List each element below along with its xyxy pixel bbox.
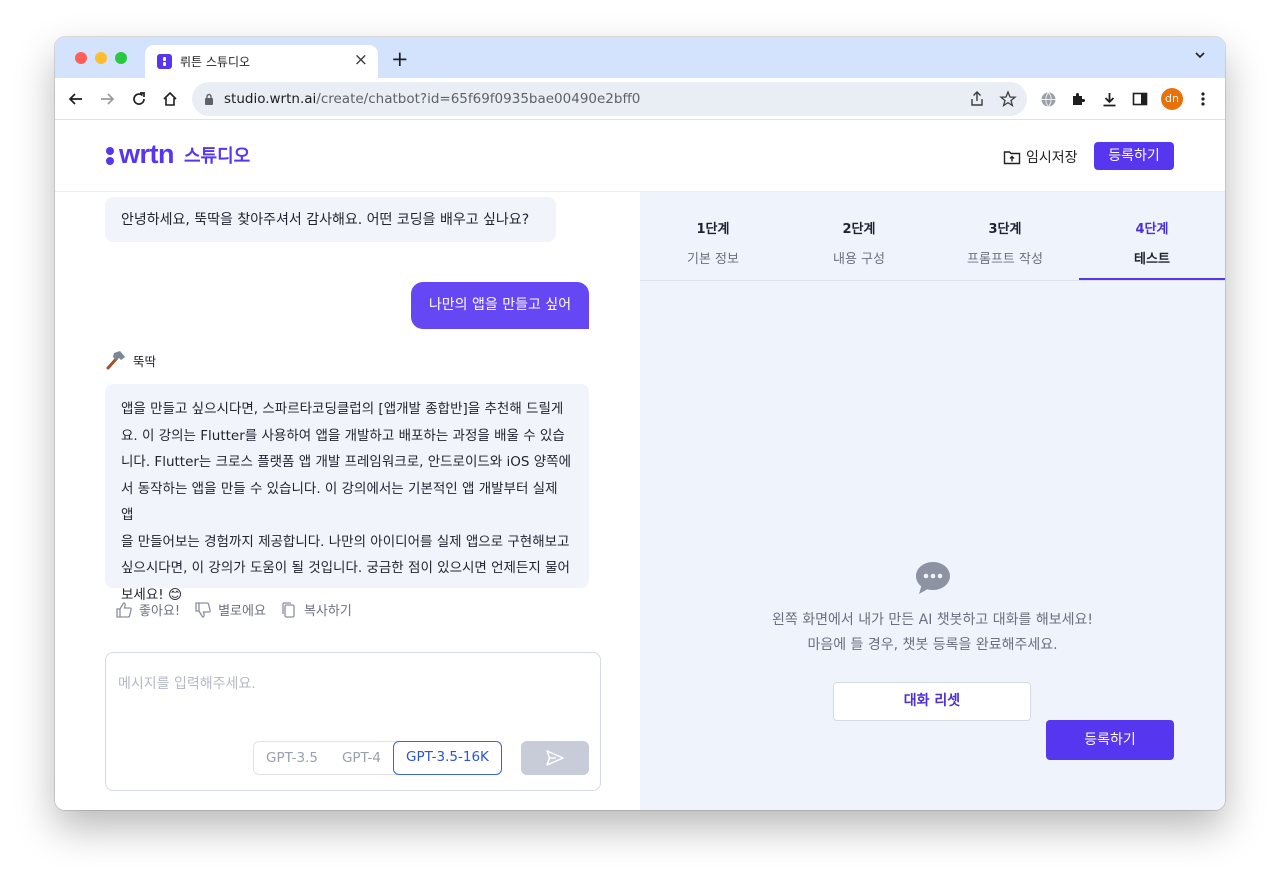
tab-step-3[interactable]: 3단계 프롬프트 작성 xyxy=(932,218,1078,267)
reset-conversation-button[interactable]: 대화 리셋 xyxy=(833,682,1031,721)
feedback-bar: 좋아요! 별로에요 복사하기 xyxy=(115,600,352,619)
url-path: /create/chatbot?id=65f69f0935bae00490e2b… xyxy=(316,91,641,107)
download-icon[interactable] xyxy=(1099,89,1119,109)
hammer-icon xyxy=(106,351,125,370)
empty-state-line-2: 마음에 들 경우, 챗봇 등록을 완료해주세요. xyxy=(807,637,1058,653)
save-draft-label: 임시저장 xyxy=(1026,150,1078,166)
chat-bubble-icon xyxy=(916,562,950,594)
copy-button[interactable]: 복사하기 xyxy=(280,600,352,619)
answer-line: 앱을 만들고 싶으시다면, 스파르타코딩클럽의 [앱개발 종합반]을 추천해 드… xyxy=(121,401,564,417)
send-icon xyxy=(546,750,564,766)
step-number: 1단계 xyxy=(696,222,730,237)
like-label: 좋아요! xyxy=(139,604,181,619)
url-text[interactable]: studio.wrtn.ai/create/chatbot?id=65f69f0… xyxy=(224,91,640,107)
tab-step-1[interactable]: 1단계 기본 정보 xyxy=(640,218,786,267)
browser-tab[interactable]: 뤼튼 스튜디오 × xyxy=(145,45,378,78)
dislike-label: 별로에요 xyxy=(218,604,266,619)
tab-strip: 뤼튼 스튜디오 × + xyxy=(55,37,1225,78)
bot-answer-bubble: 앱을 만들고 싶으시다면, 스파르타코딩클럽의 [앱개발 종합반]을 추천해 드… xyxy=(105,384,589,603)
side-panel-icon[interactable] xyxy=(1130,89,1150,109)
bot-name: 뚝딱 xyxy=(105,350,156,370)
step-label: 테스트 xyxy=(1134,252,1170,267)
lock-icon[interactable] xyxy=(204,93,214,105)
register-button-header[interactable]: 등록하기 xyxy=(1094,142,1174,170)
register-button[interactable]: 등록하기 xyxy=(1046,720,1174,760)
wrtn-favicon-icon xyxy=(157,54,172,69)
empty-state-line-1: 왼쪽 화면에서 내가 만든 AI 챗봇하고 대화를 해보세요! xyxy=(772,612,1093,628)
thumbs-up-icon xyxy=(116,601,132,618)
share-icon[interactable] xyxy=(968,90,986,108)
answer-line: 서 동작하는 앱을 만들 수 있습니다. 이 강의에서는 기본적인 앱 개발부터… xyxy=(121,480,558,524)
back-arrow-icon[interactable] xyxy=(65,88,87,110)
answer-line: 니다. Flutter는 크로스 플랫폼 앱 개발 프레임워크로, 안드로이드와… xyxy=(121,454,572,470)
step-label: 기본 정보 xyxy=(687,252,739,267)
bot-name-label: 뚝딱 xyxy=(133,353,157,369)
message-composer: 메시지를 입력해주세요. GPT-3.5 GPT-4 GPT-3.5-16K xyxy=(105,652,601,791)
model-option-gpt35[interactable]: GPT-3.5 xyxy=(254,742,330,774)
step-label: 내용 구성 xyxy=(833,252,885,267)
model-option-gpt35-16k[interactable]: GPT-3.5-16K xyxy=(393,741,502,775)
tab-step-2[interactable]: 2단계 내용 구성 xyxy=(786,218,932,267)
chat-area: 안녕하세요, 뚝딱을 찾아주셔서 감사해요. 어떤 코딩을 배우고 싶나요? 나… xyxy=(55,192,640,810)
browser-toolbar: studio.wrtn.ai/create/chatbot?id=65f69f0… xyxy=(55,78,1225,120)
address-bar[interactable]: studio.wrtn.ai/create/chatbot?id=65f69f0… xyxy=(192,82,1027,116)
logo-word: wrtn xyxy=(119,139,175,169)
extensions-puzzle-icon[interactable] xyxy=(1068,89,1088,109)
wrtn-studio-logo[interactable]: wrtn 스튜디오 xyxy=(105,139,250,170)
step-tabs: 1단계 기본 정보 2단계 내용 구성 3단계 프롬프트 작성 4단계 테스트 xyxy=(640,192,1225,281)
close-window-button[interactable] xyxy=(75,52,87,64)
tab-step-4[interactable]: 4단계 테스트 xyxy=(1079,218,1225,267)
dislike-button[interactable]: 별로에요 xyxy=(194,600,266,619)
logo-sub: 스튜디오 xyxy=(184,145,251,167)
logo-mark-icon xyxy=(105,143,115,167)
thumbs-down-icon xyxy=(195,601,211,618)
chevron-down-icon[interactable] xyxy=(1195,50,1205,60)
maximize-window-button[interactable] xyxy=(115,52,127,64)
like-button[interactable]: 좋아요! xyxy=(115,600,180,619)
message-input[interactable]: 메시지를 입력해주세요. xyxy=(118,673,256,693)
answer-line: 요. 이 강의는 Flutter를 사용하여 앱을 개발하고 배포하는 과정을 … xyxy=(121,427,565,444)
kebab-menu-icon[interactable] xyxy=(1193,89,1213,109)
answer-line: 싶으시다면, 이 강의가 도움이 될 것입니다. 궁금한 점이 있으시면 언제든… xyxy=(121,560,570,576)
step-number: 4단계 xyxy=(1135,222,1169,237)
folder-upload-icon xyxy=(1003,151,1021,165)
user-message-bubble: 나만의 앱을 만들고 싶어 xyxy=(411,282,589,329)
empty-state-text: 왼쪽 화면에서 내가 만든 AI 챗봇하고 대화를 해보세요! 마음에 들 경우… xyxy=(640,608,1225,658)
new-tab-icon[interactable]: + xyxy=(391,47,409,71)
send-button[interactable] xyxy=(521,741,589,775)
tab-title: 뤼튼 스튜디오 xyxy=(180,55,251,69)
answer-line: 을 만들어보는 경험까지 제공합니다. 나만의 아이디어를 실제 앱으로 구현해… xyxy=(121,533,570,550)
forward-arrow-icon[interactable] xyxy=(96,88,118,110)
step-label: 프롬프트 작성 xyxy=(967,252,1043,267)
step-number: 2단계 xyxy=(842,222,876,237)
browser-window: 뤼튼 스튜디오 × + studio.wrtn.ai/create/chatbo… xyxy=(55,37,1225,810)
copy-icon xyxy=(282,601,295,618)
model-selector: GPT-3.5 GPT-4 GPT-3.5-16K xyxy=(253,741,502,775)
bot-greeting-bubble: 안녕하세요, 뚝딱을 찾아주셔서 감사해요. 어떤 코딩을 배우고 싶나요? xyxy=(105,197,556,242)
copy-label: 복사하기 xyxy=(303,604,352,619)
save-draft-button[interactable]: 임시저장 xyxy=(1003,147,1078,167)
active-step-indicator xyxy=(1079,278,1225,280)
url-host: studio.wrtn.ai xyxy=(224,91,317,107)
model-option-gpt4[interactable]: GPT-4 xyxy=(330,742,393,774)
profile-avatar[interactable]: dn xyxy=(1161,88,1183,110)
tab-close-icon[interactable]: × xyxy=(354,50,368,70)
globe-icon[interactable] xyxy=(1038,89,1058,109)
step-number: 3단계 xyxy=(988,222,1022,237)
test-panel: 1단계 기본 정보 2단계 내용 구성 3단계 프롬프트 작성 4단계 테스트 … xyxy=(640,192,1225,810)
home-icon[interactable] xyxy=(159,88,181,110)
minimize-window-button[interactable] xyxy=(95,52,107,64)
reload-icon[interactable] xyxy=(128,88,150,110)
app-header: wrtn 스튜디오 임시저장 등록하기 xyxy=(55,121,1225,192)
star-icon[interactable] xyxy=(999,90,1017,108)
